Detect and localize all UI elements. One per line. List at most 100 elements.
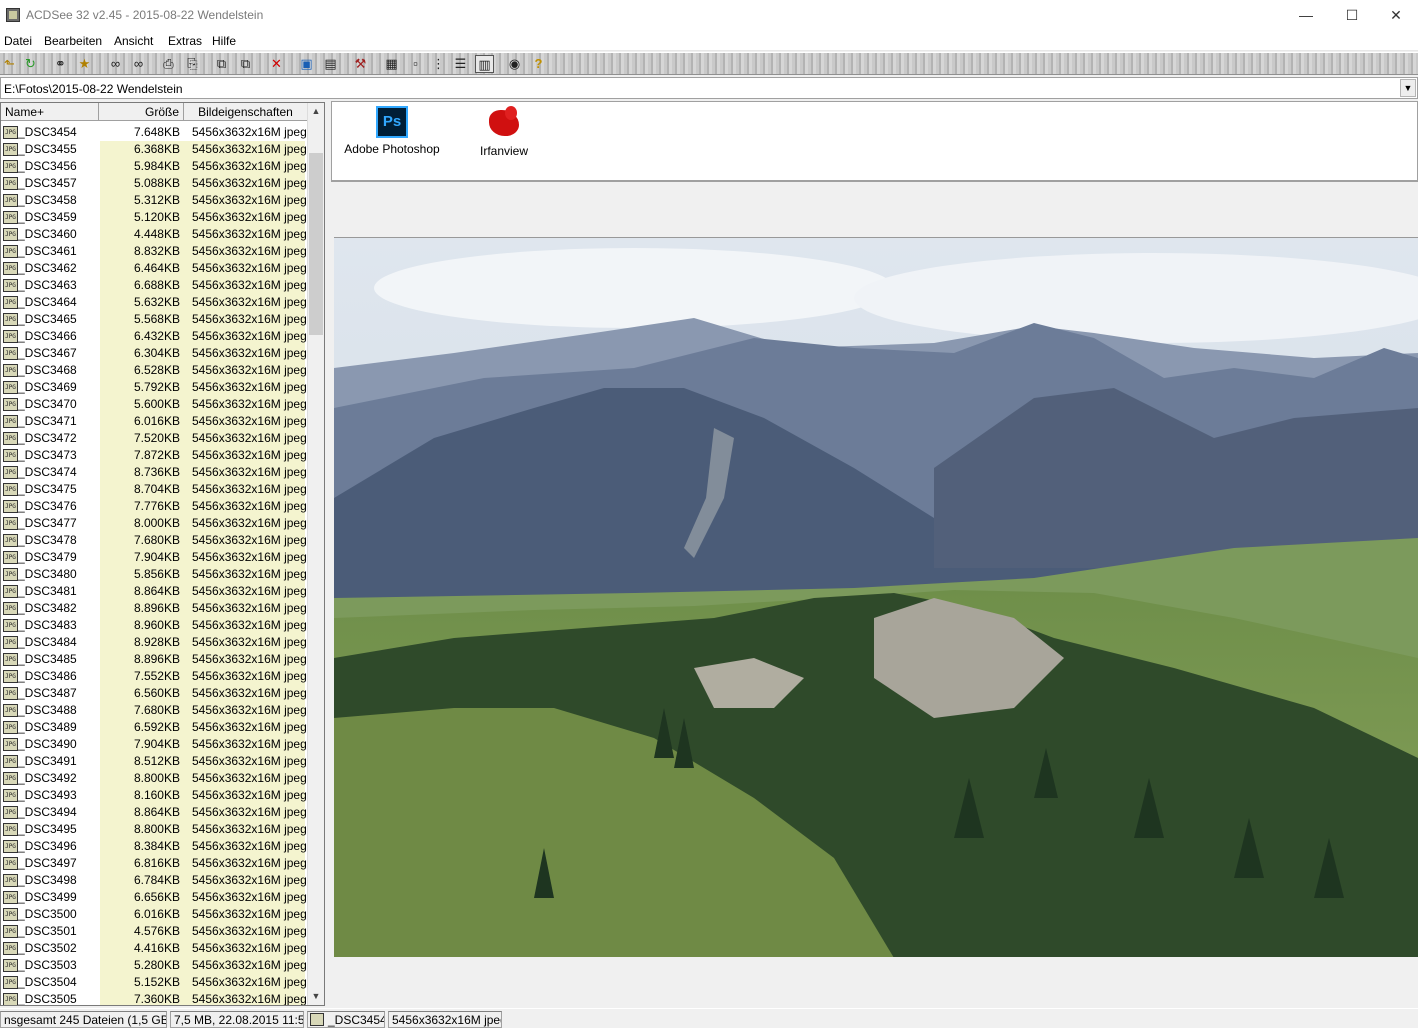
file-row[interactable]: JPG _DSC3490 7.904KB 5456x3632x16M jpeg — [1, 736, 307, 753]
file-row[interactable]: JPG _DSC3471 6.016KB 5456x3632x16M jpeg — [1, 413, 307, 430]
launcher-irfanview[interactable]: Irfanview — [462, 106, 546, 158]
file-row[interactable]: JPG _DSC3493 8.160KB 5456x3632x16M jpeg — [1, 787, 307, 804]
minimize-button[interactable]: — — [1283, 0, 1329, 31]
menu-ansicht[interactable]: Ansicht — [114, 34, 153, 48]
folder-up-icon[interactable]: ⬑ — [0, 55, 19, 73]
file-size: 8.960KB — [133, 618, 180, 632]
file-name: _DSC3462 — [18, 261, 77, 275]
launcher-photoshop[interactable]: Ps Adobe Photoshop — [342, 106, 442, 156]
file-row[interactable]: JPG _DSC3472 7.520KB 5456x3632x16M jpeg — [1, 430, 307, 447]
file-row[interactable]: JPG _DSC3480 5.856KB 5456x3632x16M jpeg — [1, 566, 307, 583]
file-row[interactable]: JPG _DSC3478 7.680KB 5456x3632x16M jpeg — [1, 532, 307, 549]
jpeg-file-icon: JPG — [3, 874, 18, 887]
file-row[interactable]: JPG _DSC3461 8.832KB 5456x3632x16M jpeg — [1, 243, 307, 260]
view-full-icon[interactable]: ∞ — [106, 55, 125, 73]
favorites-icon[interactable]: ★ — [75, 55, 94, 73]
file-row[interactable]: JPG _DSC3489 6.592KB 5456x3632x16M jpeg — [1, 719, 307, 736]
file-row[interactable]: JPG _DSC3505 7.360KB 5456x3632x16M jpeg — [1, 991, 307, 1006]
file-row[interactable]: JPG _DSC3492 8.800KB 5456x3632x16M jpeg — [1, 770, 307, 787]
view-slideshow-icon[interactable]: ∞ — [129, 55, 148, 73]
column-size[interactable]: Größe — [99, 103, 184, 121]
file-row[interactable]: JPG _DSC3457 5.088KB 5456x3632x16M jpeg — [1, 175, 307, 192]
rename-icon[interactable]: ▣ — [297, 55, 316, 73]
column-properties[interactable]: Bildeigenschaften — [184, 103, 307, 121]
scroll-down-icon[interactable]: ▼ — [308, 988, 324, 1005]
file-row[interactable]: JPG _DSC3499 6.656KB 5456x3632x16M jpeg — [1, 889, 307, 906]
vertical-scrollbar[interactable]: ▲ ▼ — [307, 103, 324, 1005]
file-row[interactable]: JPG _DSC3469 5.792KB 5456x3632x16M jpeg — [1, 379, 307, 396]
file-row[interactable]: JPG _DSC3474 8.736KB 5456x3632x16M jpeg — [1, 464, 307, 481]
file-row[interactable]: JPG _DSC3466 6.432KB 5456x3632x16M jpeg — [1, 328, 307, 345]
file-row[interactable]: JPG _DSC3484 8.928KB 5456x3632x16M jpeg — [1, 634, 307, 651]
menu-datei[interactable]: Datei — [4, 34, 32, 48]
file-row[interactable]: JPG _DSC3475 8.704KB 5456x3632x16M jpeg — [1, 481, 307, 498]
file-row[interactable]: JPG _DSC3487 6.560KB 5456x3632x16M jpeg — [1, 685, 307, 702]
file-row[interactable]: JPG _DSC3485 8.896KB 5456x3632x16M jpeg — [1, 651, 307, 668]
file-row[interactable]: JPG _DSC3458 5.312KB 5456x3632x16M jpeg — [1, 192, 307, 209]
refresh-icon[interactable]: ↻ — [21, 55, 40, 73]
binoculars-icon[interactable]: ⚭ — [51, 55, 70, 73]
scan-icon[interactable]: ⎘ — [183, 55, 202, 73]
menu-hilfe[interactable]: Hilfe — [212, 34, 236, 48]
file-row[interactable]: JPG _DSC3502 4.416KB 5456x3632x16M jpeg — [1, 940, 307, 957]
file-row[interactable]: JPG _DSC3455 6.368KB 5456x3632x16M jpeg — [1, 141, 307, 158]
file-row[interactable]: JPG _DSC3460 4.448KB 5456x3632x16M jpeg — [1, 226, 307, 243]
scroll-up-icon[interactable]: ▲ — [308, 103, 324, 120]
file-row[interactable]: JPG _DSC3468 6.528KB 5456x3632x16M jpeg — [1, 362, 307, 379]
maximize-button[interactable]: ☐ — [1329, 0, 1375, 31]
file-row[interactable]: JPG _DSC3494 8.864KB 5456x3632x16M jpeg — [1, 804, 307, 821]
path-combobox[interactable]: E:\Fotos\2015-08-22 Wendelstein ▼ — [0, 77, 1418, 99]
print-icon[interactable]: ⎙ — [159, 55, 178, 73]
large-icons-icon[interactable]: ▦ — [382, 55, 401, 73]
move-icon[interactable]: ⧉ — [236, 55, 255, 73]
menu-bearbeiten[interactable]: Bearbeiten — [44, 34, 102, 48]
file-row[interactable]: JPG _DSC3465 5.568KB 5456x3632x16M jpeg — [1, 311, 307, 328]
file-row[interactable]: JPG _DSC3462 6.464KB 5456x3632x16M jpeg — [1, 260, 307, 277]
file-row[interactable]: JPG _DSC3482 8.896KB 5456x3632x16M jpeg — [1, 600, 307, 617]
file-row[interactable]: JPG _DSC3481 8.864KB 5456x3632x16M jpeg — [1, 583, 307, 600]
status-fileinfo: 7,5 MB, 22.08.2015 11:56 — [170, 1011, 304, 1028]
chevron-down-icon[interactable]: ▼ — [1400, 79, 1416, 97]
scroll-thumb[interactable] — [309, 153, 323, 335]
delete-icon[interactable]: ✕ — [267, 55, 286, 73]
file-row[interactable]: JPG _DSC3503 5.280KB 5456x3632x16M jpeg — [1, 957, 307, 974]
image-preview[interactable] — [334, 237, 1418, 957]
file-row[interactable]: JPG _DSC3495 8.800KB 5456x3632x16M jpeg — [1, 821, 307, 838]
file-row[interactable]: JPG _DSC3456 5.984KB 5456x3632x16M jpeg — [1, 158, 307, 175]
details-icon[interactable]: ☰ — [451, 55, 470, 73]
file-row[interactable]: JPG _DSC3477 8.000KB 5456x3632x16M jpeg — [1, 515, 307, 532]
file-name: _DSC3505 — [18, 992, 77, 1006]
properties-icon[interactable]: ▤ — [321, 55, 340, 73]
file-size: 6.368KB — [133, 142, 180, 156]
file-row[interactable]: JPG _DSC3454 7.648KB 5456x3632x16M jpeg — [1, 124, 307, 141]
copy-icon[interactable]: ⧉ — [212, 55, 231, 73]
file-row[interactable]: JPG _DSC3486 7.552KB 5456x3632x16M jpeg — [1, 668, 307, 685]
file-row[interactable]: JPG _DSC3463 6.688KB 5456x3632x16M jpeg — [1, 277, 307, 294]
list-icon[interactable]: ⋮ — [429, 55, 448, 73]
file-row[interactable]: JPG _DSC3496 8.384KB 5456x3632x16M jpeg — [1, 838, 307, 855]
file-row[interactable]: JPG _DSC3491 8.512KB 5456x3632x16M jpeg — [1, 753, 307, 770]
thumbnails-icon[interactable]: ▥ — [475, 55, 494, 73]
column-name[interactable]: Name+ — [1, 103, 99, 121]
file-row[interactable]: JPG _DSC3488 7.680KB 5456x3632x16M jpeg — [1, 702, 307, 719]
file-row[interactable]: JPG _DSC3483 8.960KB 5456x3632x16M jpeg — [1, 617, 307, 634]
small-icons-icon[interactable]: ▫ — [406, 55, 425, 73]
file-row[interactable]: JPG _DSC3498 6.784KB 5456x3632x16M jpeg — [1, 872, 307, 889]
file-row[interactable]: JPG _DSC3464 5.632KB 5456x3632x16M jpeg — [1, 294, 307, 311]
file-row[interactable]: JPG _DSC3504 5.152KB 5456x3632x16M jpeg — [1, 974, 307, 991]
file-row[interactable]: JPG _DSC3470 5.600KB 5456x3632x16M jpeg — [1, 396, 307, 413]
close-button[interactable]: ✕ — [1373, 0, 1418, 31]
tools-icon[interactable]: ⚒ — [351, 55, 370, 73]
file-row[interactable]: JPG _DSC3467 6.304KB 5456x3632x16M jpeg — [1, 345, 307, 362]
file-row[interactable]: JPG _DSC3501 4.576KB 5456x3632x16M jpeg — [1, 923, 307, 940]
file-row[interactable]: JPG _DSC3473 7.872KB 5456x3632x16M jpeg — [1, 447, 307, 464]
menu-extras[interactable]: Extras — [168, 34, 202, 48]
file-row[interactable]: JPG _DSC3479 7.904KB 5456x3632x16M jpeg — [1, 549, 307, 566]
file-row[interactable]: JPG _DSC3459 5.120KB 5456x3632x16M jpeg — [1, 209, 307, 226]
path-text: E:\Fotos\2015-08-22 Wendelstein — [4, 82, 183, 96]
help-icon[interactable]: ? — [529, 55, 548, 73]
file-row[interactable]: JPG _DSC3476 7.776KB 5456x3632x16M jpeg — [1, 498, 307, 515]
file-row[interactable]: JPG _DSC3500 6.016KB 5456x3632x16M jpeg — [1, 906, 307, 923]
file-row[interactable]: JPG _DSC3497 6.816KB 5456x3632x16M jpeg — [1, 855, 307, 872]
preview-eye-icon[interactable]: ◉ — [505, 55, 524, 73]
